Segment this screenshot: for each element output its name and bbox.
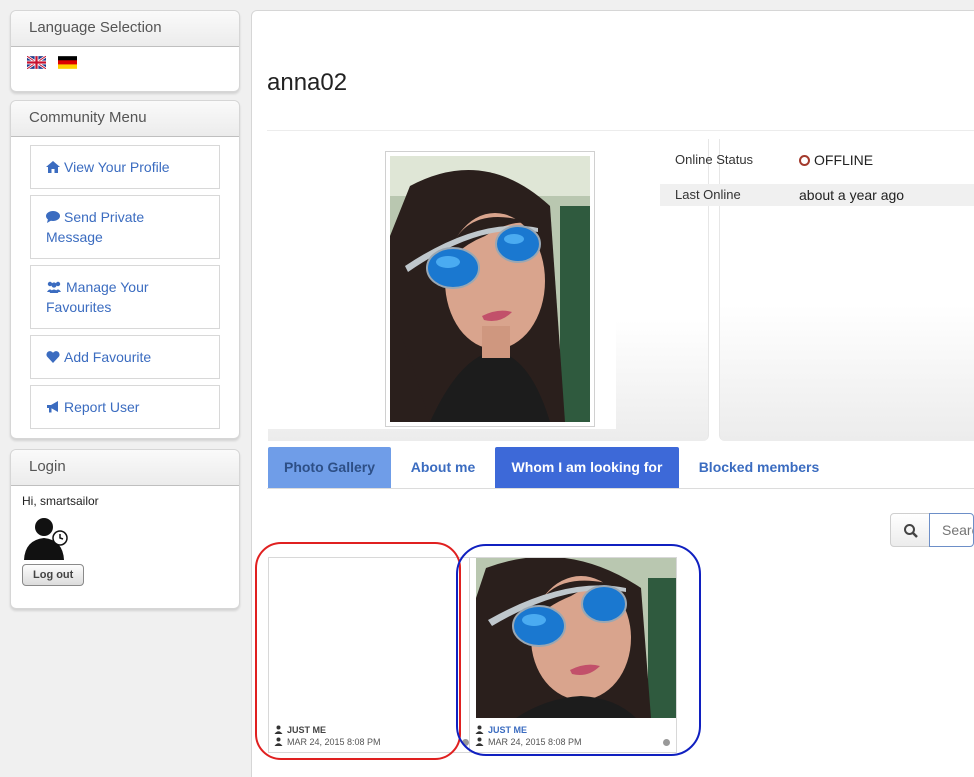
view-profile-link[interactable]: View Your Profile — [30, 145, 220, 189]
german-flag-icon[interactable] — [58, 56, 77, 69]
thumb-1-privacy: JUST ME — [287, 725, 327, 735]
community-menu-panel: Community Menu View Your Profile Send Pr… — [10, 100, 240, 439]
add-favourite-label: Add Favourite — [64, 349, 152, 365]
profile-photo[interactable] — [385, 151, 595, 427]
online-status-value: OFFLINE — [799, 149, 873, 171]
send-private-message-label: Send Private Message — [46, 209, 145, 245]
view-profile-label: View Your Profile — [64, 159, 170, 175]
offline-ring-icon — [799, 155, 810, 166]
thumb-2-date: MAR 24, 2015 8:08 PM — [488, 737, 582, 747]
home-icon — [46, 161, 60, 173]
tab-whom-looking-for[interactable]: Whom I am looking for — [495, 447, 679, 488]
last-online-label: Last Online — [675, 187, 741, 202]
users-icon — [47, 281, 61, 293]
thumb-2-photo — [476, 558, 676, 718]
manage-favourites-link[interactable]: Manage Your Favourites — [30, 265, 220, 329]
profile-tabs: Photo Gallery About me Whom I am looking… — [267, 447, 974, 489]
english-flag-icon[interactable] — [27, 56, 46, 69]
megaphone-icon — [47, 401, 58, 413]
privacy-user-icon — [475, 725, 484, 734]
date-user-icon — [475, 737, 484, 746]
login-title: Login — [11, 450, 239, 486]
thumb-2-privacy[interactable]: JUST ME — [488, 725, 527, 735]
profile-username: anna02 — [267, 69, 348, 96]
thumb-1-meta: JUST ME MAR 24, 2015 8:08 PM — [274, 724, 381, 748]
tab-photo-gallery[interactable]: Photo Gallery — [268, 447, 391, 488]
tab-blocked-members[interactable]: Blocked members — [691, 447, 827, 488]
offline-text: OFFLINE — [814, 152, 874, 168]
add-favourite-link[interactable]: Add Favourite — [30, 335, 220, 379]
user-avatar-icon — [24, 518, 68, 560]
date-user-icon — [274, 737, 283, 746]
thumb-2-image — [476, 558, 676, 718]
search-icon — [904, 524, 918, 538]
login-panel: Login Hi, smartsailor Log out — [10, 449, 240, 609]
logout-button[interactable]: Log out — [22, 564, 85, 586]
thumb-2-meta: JUST ME MAR 24, 2015 8:08 PM — [475, 724, 582, 748]
header-divider — [267, 130, 974, 131]
language-selection-panel: Language Selection — [10, 10, 240, 92]
online-status-row: Online Status OFFLINE — [660, 149, 974, 171]
last-online-value: about a year ago — [799, 187, 905, 203]
info-icon[interactable] — [462, 739, 469, 746]
tab-about-me[interactable]: About me — [399, 447, 487, 488]
gallery-thumb-1[interactable]: JUST ME MAR 24, 2015 8:08 PM — [268, 557, 476, 753]
language-selection-title: Language Selection — [11, 11, 239, 47]
profile-photo-image — [390, 156, 590, 422]
last-online-row: Last Online about a year ago — [660, 184, 974, 206]
search-input[interactable] — [929, 513, 974, 547]
privacy-user-icon — [274, 725, 283, 734]
info-icon[interactable] — [663, 739, 670, 746]
report-user-link[interactable]: Report User — [30, 385, 220, 429]
send-private-message-link[interactable]: Send Private Message — [30, 195, 220, 259]
community-menu-title: Community Menu — [11, 101, 239, 137]
heart-icon — [46, 351, 60, 363]
online-status-label: Online Status — [675, 152, 754, 167]
login-greeting: Hi, smartsailor — [22, 494, 99, 508]
thumb-1-date: MAR 24, 2015 8:08 PM — [287, 737, 381, 747]
search-button[interactable] — [890, 513, 930, 547]
language-flags — [11, 47, 239, 78]
chat-bubble-icon — [46, 211, 60, 223]
report-user-label: Report User — [64, 399, 140, 415]
gallery-thumb-2[interactable]: JUST ME MAR 24, 2015 8:08 PM — [469, 557, 677, 753]
